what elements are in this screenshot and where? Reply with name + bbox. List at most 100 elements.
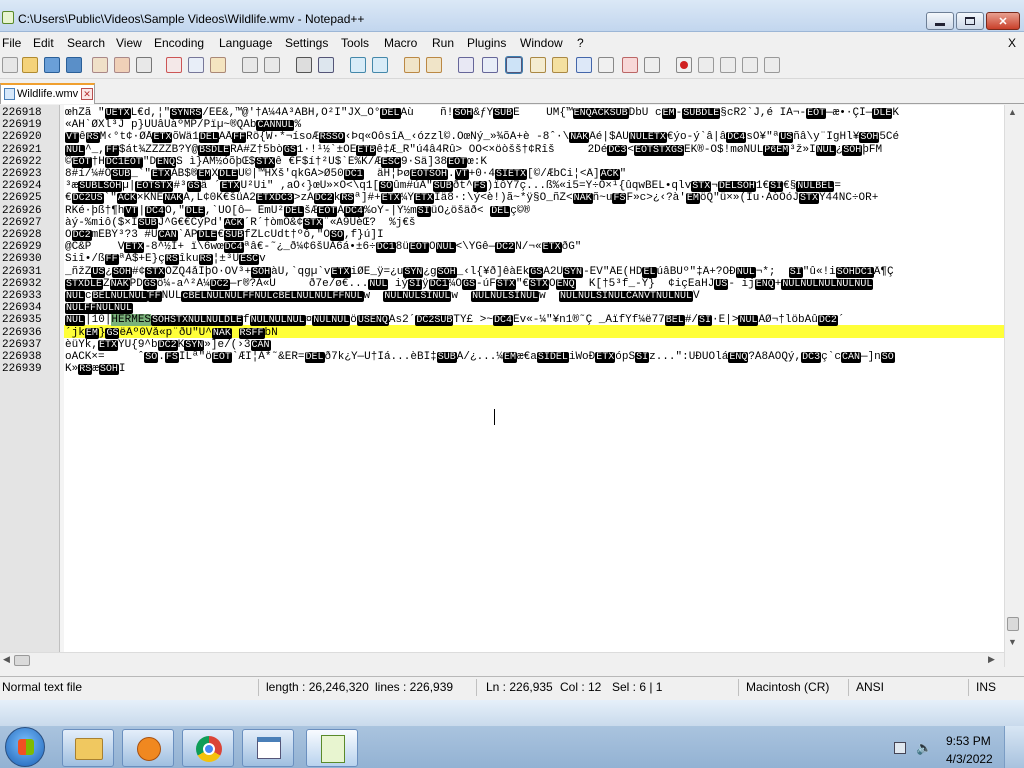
close-document-x[interactable]: X bbox=[1008, 36, 1016, 50]
zoom-out-icon[interactable] bbox=[372, 57, 388, 73]
open-file-icon[interactable] bbox=[22, 57, 38, 73]
code-line[interactable]: €DC2US`"ACK×KÑENAKÁ,L¢0K€šüÄ2ETXDC3>zÁDC… bbox=[65, 192, 1003, 205]
volume-icon[interactable]: 🔈 bbox=[916, 740, 932, 756]
start-button[interactable] bbox=[5, 727, 45, 767]
folder-workspace-icon[interactable] bbox=[598, 57, 614, 73]
line-number: 226931 bbox=[2, 265, 42, 278]
cut-icon[interactable] bbox=[166, 57, 182, 73]
code-line[interactable]: Šiî•/ßFFªÀ$+È}çRSîkuRS¦±³ÜESCv bbox=[65, 253, 1003, 266]
network-icon[interactable] bbox=[894, 742, 906, 754]
taskbar-explorer[interactable] bbox=[62, 729, 114, 767]
redo-icon[interactable] bbox=[264, 57, 280, 73]
menu-view[interactable]: View bbox=[116, 36, 142, 50]
new-file-icon[interactable] bbox=[2, 57, 18, 73]
menu-run[interactable]: Run bbox=[432, 36, 454, 50]
clock-date[interactable]: 4/3/2022 bbox=[946, 752, 993, 766]
indent-guide-icon[interactable] bbox=[505, 56, 523, 74]
editor-area[interactable]: 226918 226919 226920 226921 226922 226923 2269… bbox=[0, 105, 1004, 652]
copy-icon[interactable] bbox=[188, 57, 204, 73]
udl-icon[interactable] bbox=[530, 57, 546, 73]
monitoring-icon[interactable] bbox=[622, 57, 638, 73]
taskbar-window[interactable] bbox=[242, 729, 294, 767]
undo-icon[interactable] bbox=[242, 57, 258, 73]
code-line[interactable]: NUL|10|HERMESSOHSTXNULNULDLEfNULNULNUL¤N… bbox=[65, 314, 1003, 327]
code-line[interactable]: NULcBELNULNUL FFNULcBELNULNULFFNULcBELNUL… bbox=[65, 290, 1003, 303]
save-icon[interactable] bbox=[44, 57, 60, 73]
code-line[interactable]: K»RSæSOHI bbox=[65, 363, 1003, 376]
line-number: 226919 bbox=[2, 119, 42, 132]
taskbar-media-player[interactable] bbox=[122, 729, 174, 767]
code-line[interactable]: èüŸk,ETXÝÚ{9^bDC2KSYN»]e/(›3CAN bbox=[65, 339, 1003, 352]
sync-horizontal-icon[interactable] bbox=[426, 57, 442, 73]
word-wrap-icon[interactable] bbox=[458, 57, 474, 73]
scroll-left-icon[interactable]: ◀ bbox=[3, 654, 10, 665]
show-all-chars-icon[interactable] bbox=[482, 57, 498, 73]
preview-icon[interactable] bbox=[644, 57, 660, 73]
doc-map-icon[interactable] bbox=[552, 57, 568, 73]
vertical-scrollbar[interactable]: ▲ ▼ bbox=[1004, 105, 1020, 667]
menu-edit[interactable]: Edit bbox=[33, 36, 54, 50]
replace-icon[interactable] bbox=[318, 57, 334, 73]
taskbar-chrome[interactable] bbox=[182, 729, 234, 767]
status-encoding[interactable]: ANSI bbox=[856, 680, 884, 694]
find-icon[interactable] bbox=[296, 57, 312, 73]
save-all-icon[interactable] bbox=[66, 57, 82, 73]
menu-file[interactable]: File bbox=[2, 36, 21, 50]
vertical-scroll-thumb[interactable] bbox=[1007, 617, 1019, 631]
close-icon: ✕ bbox=[998, 15, 1008, 28]
code-line[interactable]: œhZã "UETXL€d,¦"SYNRS/ÉÉ&,™@'†À¼4Á³ABH,Ô… bbox=[65, 107, 1003, 120]
save-macro-icon[interactable] bbox=[764, 57, 780, 73]
code-line[interactable]: ©EOT†HDC1EOT"DENQŠ ì}ÃM½óõþŒ$STXê €F$í†²… bbox=[65, 156, 1003, 169]
menu-encoding[interactable]: Encoding bbox=[154, 36, 204, 50]
minimize-button[interactable] bbox=[926, 12, 954, 30]
close-file-icon[interactable] bbox=[92, 57, 108, 73]
status-insert-mode[interactable]: INS bbox=[976, 680, 996, 694]
horizontal-scroll-thumb[interactable] bbox=[14, 655, 30, 666]
code-line[interactable]: oACK×= ˆSO.FSÍLª"öEOT`ÆÎ¦À*˜&ÉR=DELð7k¿Y… bbox=[65, 351, 1003, 364]
menu-tools[interactable]: Tools bbox=[341, 36, 369, 50]
code-line[interactable]: NULFFNULNUL bbox=[65, 302, 1003, 315]
show-desktop-button[interactable] bbox=[1004, 726, 1024, 768]
tab-wildlife[interactable]: Wildlife.wmv ✕ bbox=[0, 83, 95, 104]
code-line[interactable]: ODC2mÈBÝ³?3 #UCAN`ÅPDLE€SUBfZLcUdt†ºô,"Ò… bbox=[65, 229, 1003, 242]
menu-plugins[interactable]: Plugins bbox=[467, 36, 506, 50]
taskbar-notepadpp[interactable] bbox=[306, 729, 358, 767]
close-button[interactable]: ✕ bbox=[986, 12, 1020, 30]
tab-close-icon[interactable]: ✕ bbox=[81, 88, 93, 100]
code-line[interactable]: @C&P VETX-8^½Ì+¯ï\6wœDC4ªâ€-˜¿_ð¼¢6šÛÀ6á… bbox=[65, 241, 1003, 254]
zoom-in-icon[interactable] bbox=[350, 57, 366, 73]
record-macro-icon[interactable] bbox=[676, 57, 692, 73]
menu-window[interactable]: Window bbox=[520, 36, 563, 50]
play-multiple-icon[interactable] bbox=[742, 57, 758, 73]
function-list-icon[interactable] bbox=[576, 57, 592, 73]
print-icon[interactable] bbox=[136, 57, 152, 73]
menu-search[interactable]: Search bbox=[67, 36, 105, 50]
sync-vertical-icon[interactable] bbox=[404, 57, 420, 73]
scroll-right-icon[interactable]: ▶ bbox=[988, 654, 995, 665]
stop-macro-icon[interactable] bbox=[698, 57, 714, 73]
code-line[interactable]: NUL^_,FF$át¾ZZZZB?Y@BSDLERA#Z†5bòGS1·!¹½… bbox=[65, 144, 1003, 157]
code-line[interactable]: «ÁH`ØXl³J p}UUâUàºMP/Pïµ~®QÁbCANNUL% bbox=[65, 119, 1003, 132]
status-eol[interactable]: Macintosh (CR) bbox=[746, 680, 829, 694]
clock-time[interactable]: 9:53 PM bbox=[946, 734, 991, 748]
menu-macro[interactable]: Macro bbox=[384, 36, 417, 50]
scroll-down-icon[interactable]: ▼ bbox=[1008, 637, 1017, 647]
scroll-up-icon[interactable]: ▲ bbox=[1008, 107, 1017, 117]
code-line[interactable]: 8#í/¼#OSUB_`"ETXÀB$®EMXDLEÜ©|™HXš'qkGÀ>Ø… bbox=[65, 168, 1003, 181]
menu-help[interactable]: ? bbox=[577, 36, 584, 50]
code-line[interactable]: STXDLEZNAKPDGSö¼-a^²À¼DC2—r®?Á«Û ð7e/ø€.… bbox=[65, 278, 1003, 291]
code-line[interactable]: ´jkEM}GSëÂº0Vå«p¨ðÛ"Ú^NAK RSFFbN bbox=[65, 327, 1003, 340]
menu-language[interactable]: Language bbox=[219, 36, 272, 50]
menu-settings[interactable]: Settings bbox=[285, 36, 328, 50]
close-all-icon[interactable] bbox=[114, 57, 130, 73]
code-line[interactable]: ³æSUBLSOHµ|EOTSTX#³GSä ´ETXU²Ûi" ,aÒ‹}œU… bbox=[65, 180, 1003, 193]
horizontal-scrollbar[interactable]: ◀ ▶ bbox=[0, 652, 1004, 667]
maximize-button[interactable] bbox=[956, 12, 984, 30]
paste-icon[interactable] bbox=[210, 57, 226, 73]
code-line[interactable]: VTêRSM‹°t¢·ØÅETXõWä1DELÄÅFFRö{W·*¬ísoÆRS… bbox=[65, 131, 1003, 144]
code-line[interactable]: RKé·þß†¶hVT|DC4Ö,"DLE,`ÛO[ô— ÈmÜ²DELšÆEO… bbox=[65, 205, 1003, 218]
code-line[interactable]: _ñžZUS¿SOH#¢STXÕZQ4åÌþO·ÓV³+SOHàÙ,`qgµ`v… bbox=[65, 266, 1003, 279]
title-bar[interactable]: C:\Users\Public\Videos\Sample Videos\Wil… bbox=[0, 0, 1024, 32]
play-macro-icon[interactable] bbox=[720, 57, 736, 73]
code-line[interactable]: àý-%miô($×ISUBJ^G€€CýPd'ACK´R´†òmÖ&¢STX¨… bbox=[65, 217, 1003, 230]
